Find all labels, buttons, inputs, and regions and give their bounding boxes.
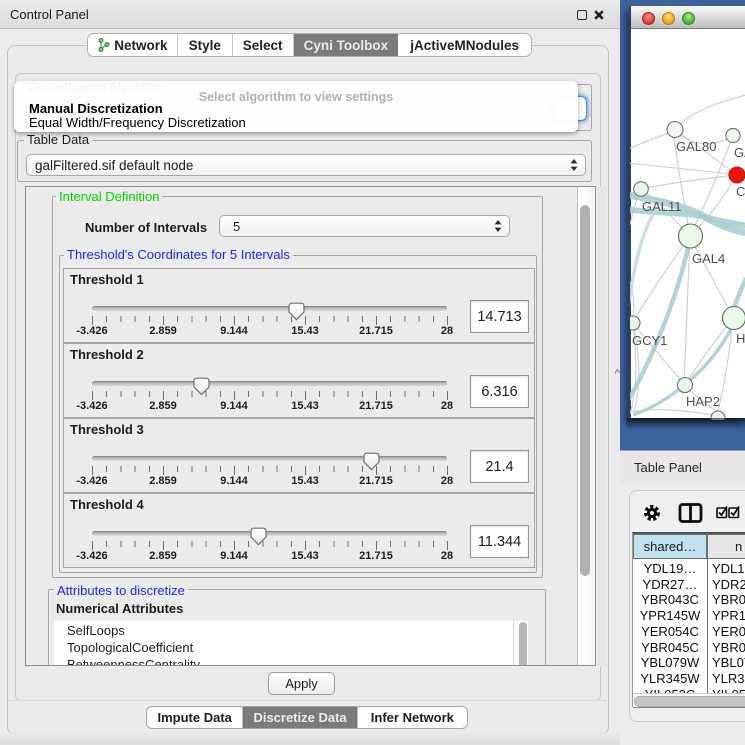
svg-text:C: C xyxy=(736,184,745,199)
svg-text:H: H xyxy=(736,331,745,346)
svg-text:GCY1: GCY1 xyxy=(632,333,667,348)
svg-text:GAL80: GAL80 xyxy=(676,139,716,154)
svg-text:HAP2: HAP2 xyxy=(686,394,720,409)
svg-text:GA: GA xyxy=(734,145,745,160)
svg-text:GAL4: GAL4 xyxy=(692,251,725,266)
svg-text:GAL11: GAL11 xyxy=(642,199,682,214)
